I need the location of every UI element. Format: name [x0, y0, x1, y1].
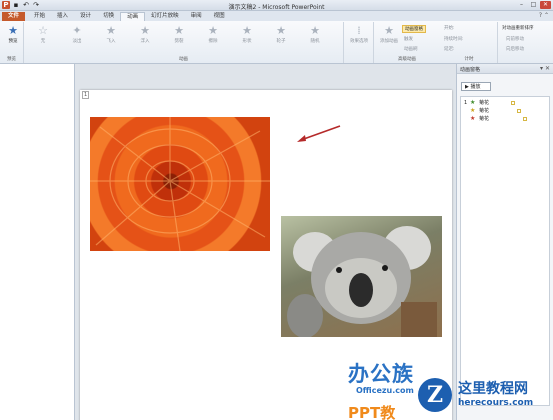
star-icon: ★: [310, 24, 320, 37]
flower-image[interactable]: [90, 117, 270, 251]
preview-button[interactable]: ★ 预览: [0, 24, 26, 48]
ribbon: ★ 预览 预览 ☆ 无 ✦ 淡出 ★ 飞入 ★ 浮入 ★ 劈裂 ★ 擦除 ★ 形状 ★ 轮子 ★…: [0, 21, 553, 64]
pane-title: 动画窗格: [460, 67, 481, 73]
timing-bar: [523, 117, 527, 121]
animation-list[interactable]: 1 ★ 菊花 ★ 菊花 ★ 菊花: [460, 96, 550, 406]
minimize-icon[interactable]: –: [516, 1, 527, 9]
ppt-tutorial-logo: PPT教: [348, 404, 396, 420]
move-later-button[interactable]: 向后移动: [506, 46, 524, 52]
move-earlier-button[interactable]: 向前移动: [506, 36, 524, 42]
animation-float-in[interactable]: ★ 浮入: [132, 24, 158, 48]
star-icon: ★: [8, 24, 18, 37]
ribbon-tabs: 文件 开始 插入 设计 切换 动画 幻灯片放映 审阅 视图 ? ⌃: [0, 11, 553, 21]
pane-close-icon[interactable]: ▾ ✕: [540, 65, 550, 72]
watermark-zh: 这里教程网: [458, 381, 528, 397]
entrance-effect-icon: ★: [470, 99, 476, 106]
animation-split[interactable]: ★ 劈裂: [166, 24, 192, 48]
animation-random[interactable]: ★ 随机: [302, 24, 328, 48]
effect-options-button[interactable]: ⁞ 效果选项: [346, 24, 372, 48]
watermark-logo: Z: [418, 378, 452, 412]
arrow-shape[interactable]: [295, 124, 345, 144]
tab-insert[interactable]: 插入: [51, 12, 74, 21]
tab-file[interactable]: 文件: [2, 12, 26, 21]
animation-wheel[interactable]: ★ 轮子: [268, 24, 294, 48]
reorder-label: 对动画重新排序: [502, 26, 534, 31]
officezu-logo-text: 办公族: [348, 362, 414, 386]
flower-petals: [90, 117, 270, 251]
emphasis-effect-icon: ★: [470, 107, 476, 114]
close-icon[interactable]: ✕: [540, 1, 551, 9]
watermark-en: herecours.com: [458, 398, 534, 408]
tab-slideshow[interactable]: 幻灯片放映: [145, 12, 185, 21]
koala-drawing: [287, 226, 437, 337]
koala-image[interactable]: [281, 216, 442, 337]
maximize-icon[interactable]: □: [528, 1, 539, 9]
delay-field[interactable]: 延迟:: [444, 46, 455, 52]
trigger-button[interactable]: 触发: [404, 36, 413, 42]
reorder-group: 对动画重新排序 向前移动 向后移动: [498, 22, 553, 63]
add-animation-button[interactable]: ★ 添加动画: [376, 24, 402, 48]
animation-painter-button[interactable]: 动画刷: [404, 46, 418, 52]
animation-order-tag: 1: [82, 91, 90, 99]
list-item[interactable]: 1 ★ 菊花: [461, 99, 549, 107]
timing-bar: [517, 109, 521, 113]
star-icon: ★: [140, 24, 150, 37]
watermark: Z 这里教程网 herecours.com: [418, 376, 553, 420]
advanced-animation-group: ★ 添加动画 动画窗格 触发 动画刷 开始: 持续时间: 延迟: 高级动画 计时: [374, 22, 498, 63]
animation-pane-button[interactable]: 动画窗格: [402, 25, 426, 33]
tab-design[interactable]: 设计: [74, 12, 97, 21]
officezu-logo-url: Officezu.com: [356, 386, 414, 395]
star-icon: ★: [242, 24, 252, 37]
help-icon[interactable]: ? ⌃: [539, 12, 549, 19]
start-field[interactable]: 开始:: [444, 25, 455, 31]
slide-canvas[interactable]: 1 办公族 Officezu.com PPT教: [80, 90, 452, 420]
animation-fade[interactable]: ✦ 淡出: [64, 24, 90, 48]
animation-shape[interactable]: ★ 形状: [234, 24, 260, 48]
list-item[interactable]: ★ 菊花: [461, 115, 549, 123]
animation-wipe[interactable]: ★ 擦除: [200, 24, 226, 48]
title-bar: P ▪ ↶ ↷ 演示文稿2 - Microsoft PowerPoint – □…: [0, 0, 553, 11]
list-item[interactable]: ★ 菊花: [461, 107, 549, 115]
tab-transitions[interactable]: 切换: [97, 12, 120, 21]
duration-field[interactable]: 持续时间:: [444, 36, 464, 42]
tab-view[interactable]: 视图: [208, 12, 231, 21]
animation-fly-in[interactable]: ★ 飞入: [98, 24, 124, 48]
slide-thumbnail-panel[interactable]: [0, 64, 75, 420]
tab-home[interactable]: 开始: [28, 12, 51, 21]
effect-options-group: ⁞ 效果选项: [344, 22, 374, 63]
preview-group: ★ 预览 预览: [0, 22, 24, 63]
star-icon: ★: [276, 24, 286, 37]
exit-effect-icon: ★: [470, 115, 476, 122]
star-icon: ★: [174, 24, 184, 37]
window-title: 演示文稿2 - Microsoft PowerPoint: [228, 4, 325, 11]
star-icon: ☆: [38, 24, 48, 37]
star-icon: ★: [208, 24, 218, 37]
animation-none[interactable]: ☆ 无: [30, 24, 56, 48]
star-icon: ✦: [72, 24, 82, 37]
animation-pane: 动画窗格 ▾ ✕ ▶ 播放 1 ★ 菊花 ★ 菊花 ★ 菊花: [456, 64, 553, 420]
add-animation-icon: ★: [384, 24, 394, 37]
workspace: 1 办公族 Officezu.com PPT教: [0, 64, 456, 420]
tab-review[interactable]: 审阅: [185, 12, 208, 21]
effect-options-icon: ⁞: [357, 24, 361, 37]
animation-group: ☆ 无 ✦ 淡出 ★ 飞入 ★ 浮入 ★ 劈裂 ★ 擦除 ★ 形状 ★ 轮子 ★ 随机 动画: [24, 22, 344, 63]
play-button[interactable]: ▶ 播放: [461, 82, 491, 91]
timing-bar: [511, 101, 515, 105]
tab-animations[interactable]: 动画: [120, 12, 146, 21]
star-icon: ★: [106, 24, 116, 37]
